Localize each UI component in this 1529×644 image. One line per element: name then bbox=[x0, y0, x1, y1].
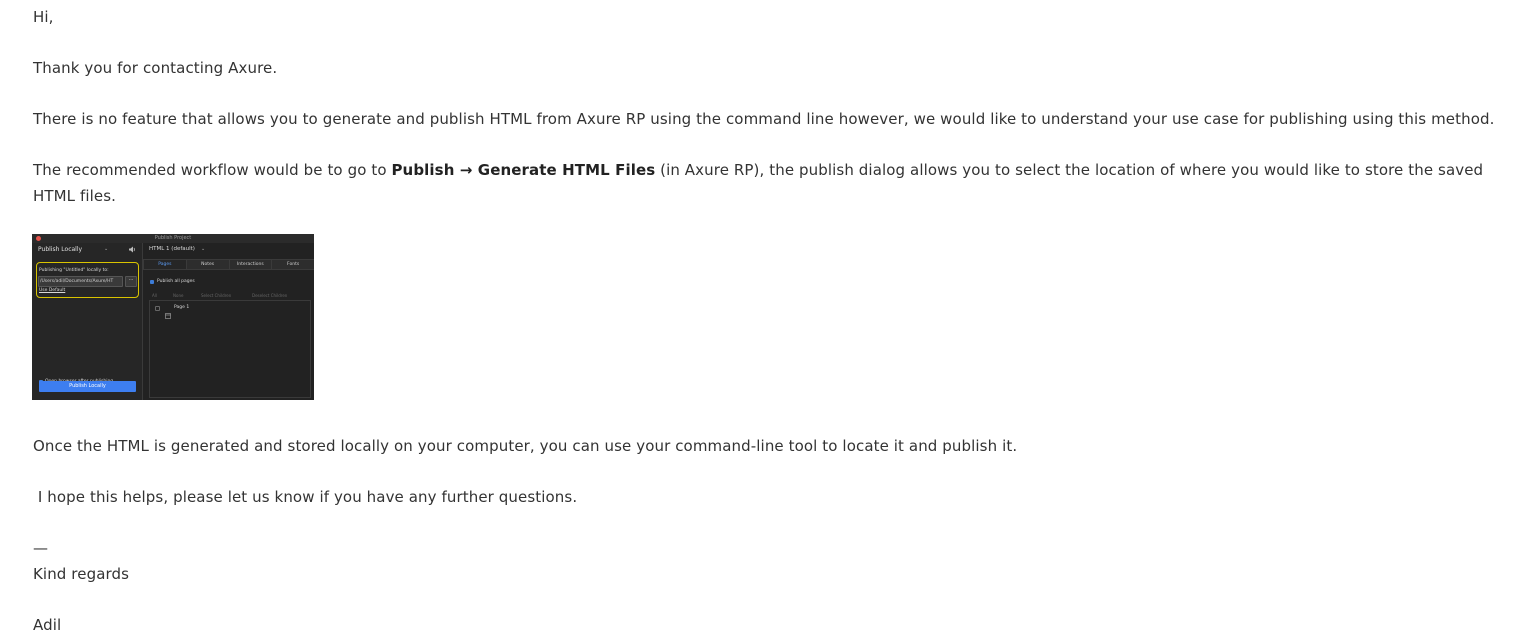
use-default-link: Use Default bbox=[39, 288, 66, 293]
kind-regards: Kind regards bbox=[33, 565, 130, 583]
tab-fonts: Fonts bbox=[272, 260, 314, 269]
browse-button: ··· bbox=[125, 276, 137, 287]
signature-name: Adil bbox=[33, 616, 62, 634]
dialog-left-pane: Publish Locally ⌄ Publishing "Untitled" … bbox=[32, 243, 143, 400]
tab-notes: Notes bbox=[186, 260, 230, 269]
page-tree: Page 1 bbox=[149, 300, 311, 398]
publish-all-label: Publish all pages bbox=[157, 279, 195, 284]
filter-deselect-children: Deselect Children bbox=[252, 293, 288, 298]
arrow-glyph: → bbox=[459, 161, 473, 179]
publish-dialog-screenshot: Publish Project Publish Locally ⌄ Publis… bbox=[32, 234, 314, 400]
hope-helps-paragraph: I hope this helps, please let us know if… bbox=[33, 488, 578, 506]
filter-none: None bbox=[173, 293, 184, 298]
once-generated-paragraph: Once the HTML is generated and stored lo… bbox=[33, 437, 1018, 455]
publishing-label: Publishing "Untitled" locally to: bbox=[39, 268, 109, 273]
page-item-label: Page 1 bbox=[174, 305, 190, 310]
publish-all-checkbox bbox=[150, 280, 154, 284]
filter-all: All bbox=[152, 293, 157, 298]
publish-locally-button: Publish Locally bbox=[39, 381, 136, 392]
speaker-icon bbox=[128, 246, 137, 255]
dialog-tabs: Pages Notes Interactions Fonts bbox=[143, 259, 314, 270]
thanks-line: Thank you for contacting Axure. bbox=[33, 59, 278, 77]
filter-select-children: Select Children bbox=[201, 293, 232, 298]
workflow-paragraph: The recommended workflow would be to go … bbox=[33, 157, 1519, 209]
greeting: Hi, bbox=[33, 8, 54, 26]
html-config-select: HTML 1 (default) bbox=[149, 246, 195, 252]
publish-menu-ref: Publish bbox=[391, 161, 455, 179]
tab-pages: Pages bbox=[144, 260, 187, 269]
page-checkbox bbox=[155, 306, 160, 311]
tab-interactions: Interactions bbox=[229, 260, 273, 269]
page-icon bbox=[165, 305, 171, 323]
chevron-down-icon: ⌄ bbox=[104, 246, 109, 252]
dialog-titlebar: Publish Project bbox=[32, 234, 314, 243]
generate-html-ref: Generate HTML Files bbox=[477, 161, 656, 179]
path-field: /Users/adil/Documents/Axure/HT bbox=[38, 276, 123, 287]
chevron-down-icon: ⌄ bbox=[201, 246, 206, 252]
publish-mode-select: Publish Locally bbox=[38, 246, 83, 253]
signature-dash: — bbox=[33, 539, 49, 557]
close-dot-icon bbox=[36, 236, 41, 241]
workflow-prefix: The recommended workflow would be to go … bbox=[33, 161, 392, 179]
no-feature-paragraph: There is no feature that allows you to g… bbox=[33, 110, 1495, 128]
dialog-title: Publish Project bbox=[154, 235, 192, 241]
